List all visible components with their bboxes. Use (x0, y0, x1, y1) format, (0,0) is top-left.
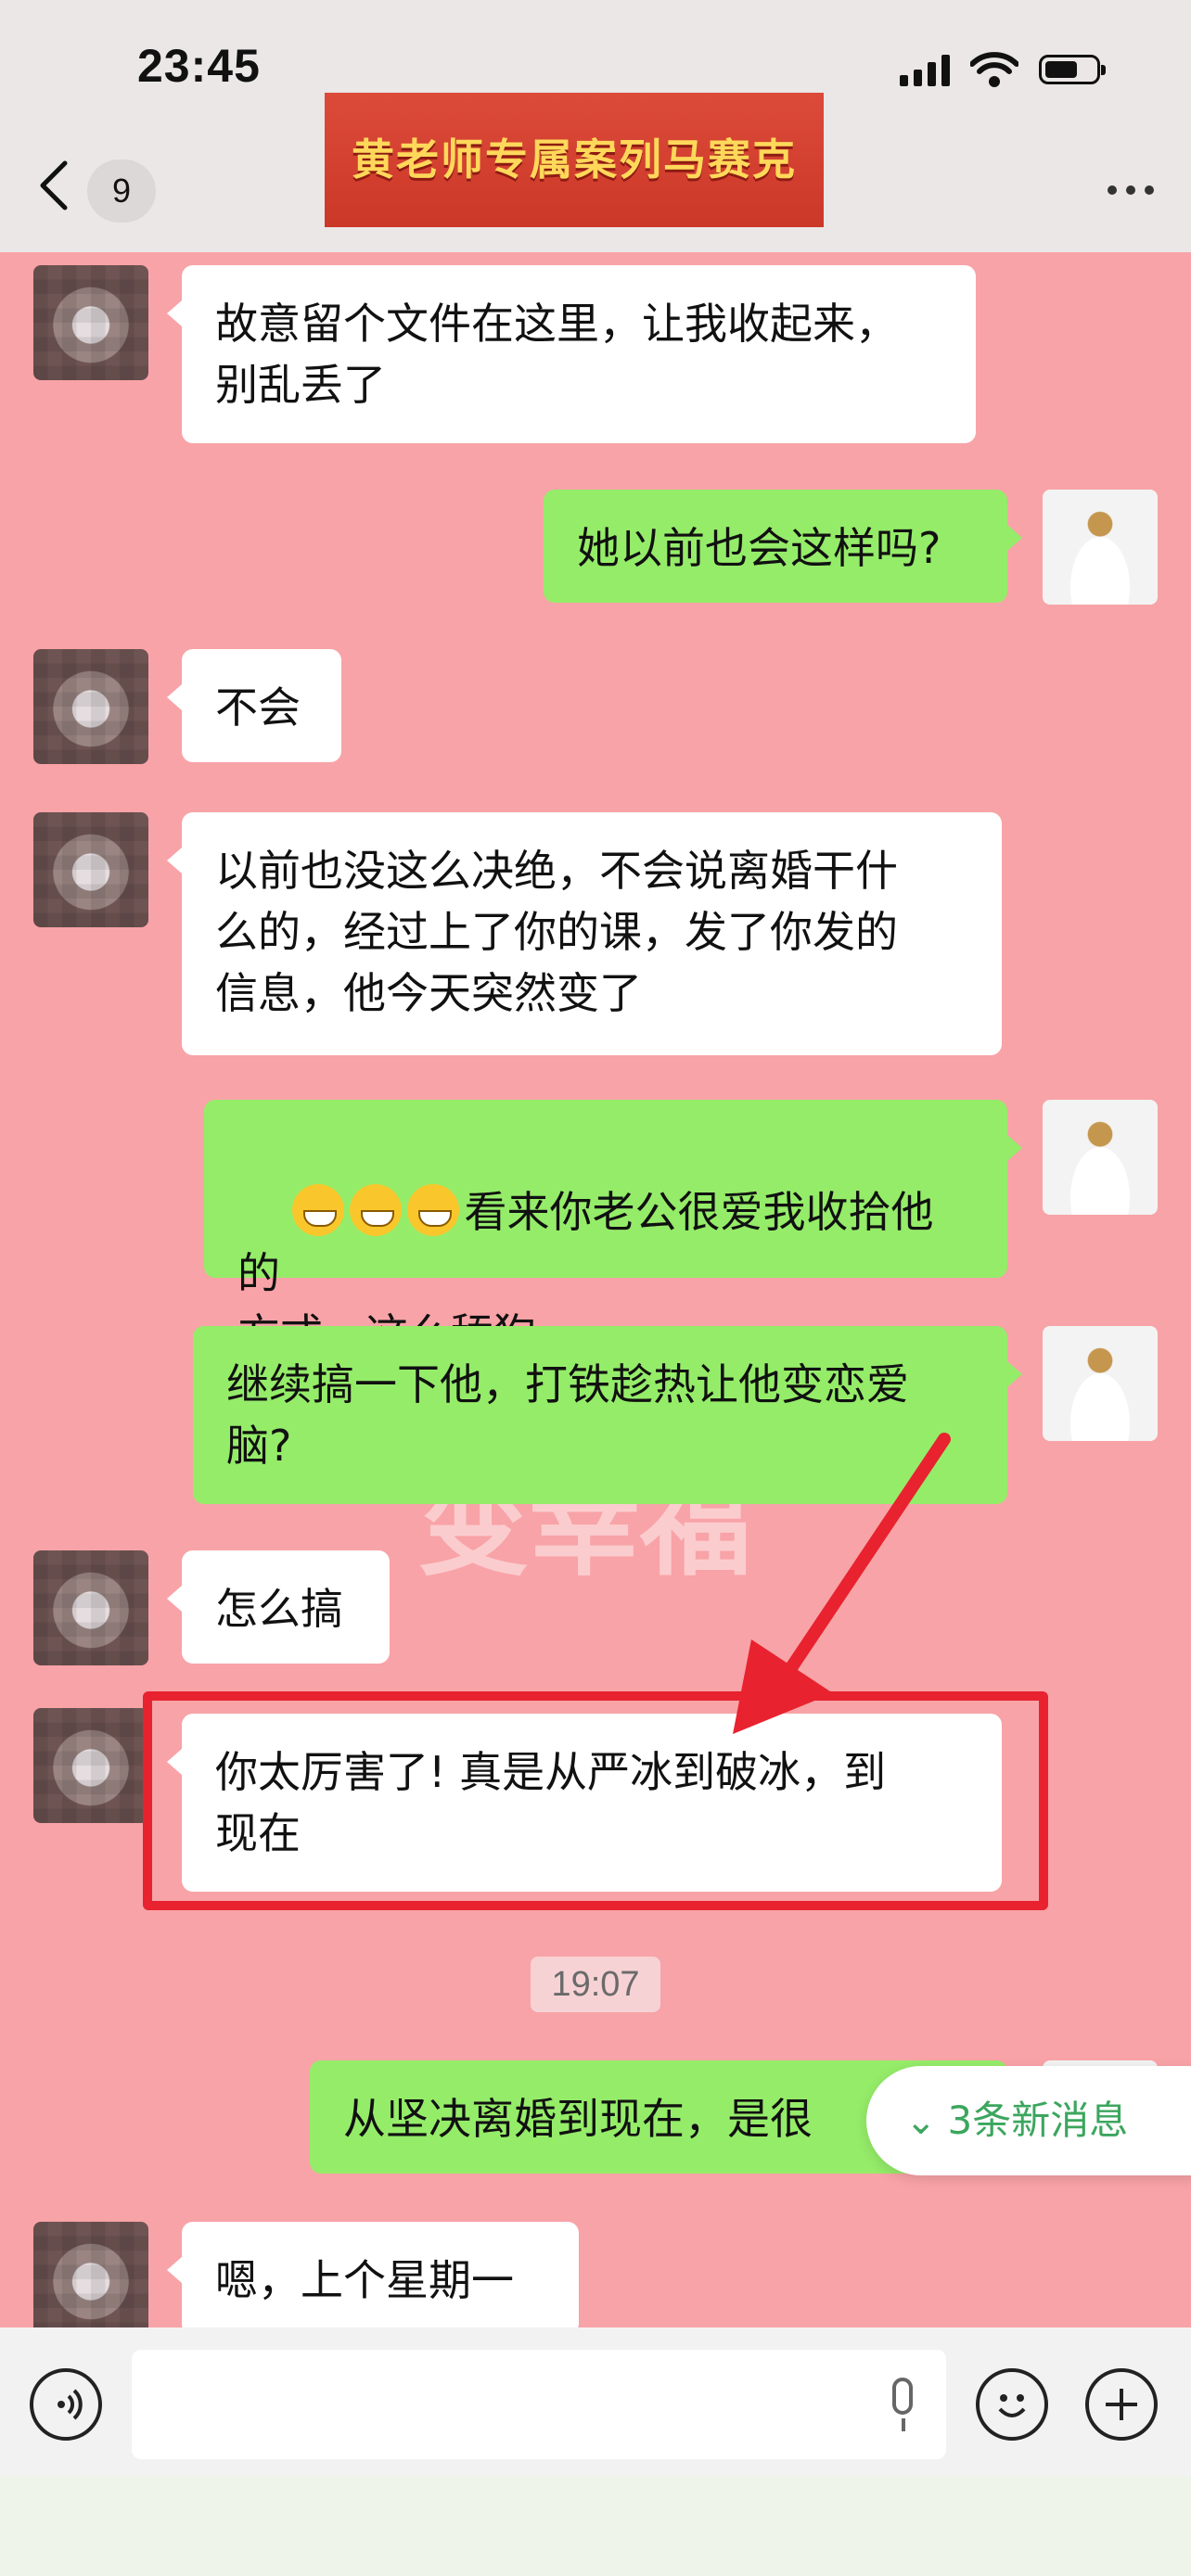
status-icons (900, 46, 1106, 93)
message-bubble-incoming[interactable]: 怎么搞 (167, 1550, 390, 1664)
battery-icon (1039, 55, 1106, 84)
back-chevron-icon[interactable] (35, 158, 72, 213)
contact-avatar[interactable] (33, 265, 148, 380)
my-avatar[interactable] (1043, 1100, 1158, 1215)
contact-avatar[interactable] (33, 649, 148, 764)
contact-avatar[interactable] (33, 1550, 148, 1665)
input-bar (0, 2327, 1191, 2576)
plus-icon[interactable] (1085, 2368, 1158, 2441)
my-avatar[interactable] (1043, 490, 1158, 605)
arrow-annotation-icon (733, 1433, 951, 1734)
double-chevron-down-icon: ⌄ (905, 2100, 937, 2143)
grinning-face-icon (291, 1184, 344, 1236)
unread-count-badge[interactable]: 9 (87, 159, 156, 223)
message-bubble-incoming[interactable]: 故意留个文件在这里，让我收起来， 别乱丢了 (167, 265, 976, 443)
chat-area[interactable]: 让爱更长 变幸福 故意留个文件在这里，让我收起来， 别乱丢了 她以前也会这样吗?… (0, 252, 1191, 2327)
emoji-icon[interactable] (976, 2368, 1048, 2441)
new-messages-label: 3条新消息 (947, 2098, 1129, 2143)
top-bar: 23:45 9 黄老师专属案列马赛克 (0, 0, 1191, 252)
contact-avatar[interactable] (33, 1708, 148, 1823)
contact-avatar[interactable] (33, 2222, 148, 2327)
message-bubble-outgoing[interactable]: 她以前也会这样吗? (544, 490, 1022, 603)
message-input[interactable] (132, 2350, 946, 2459)
contact-avatar[interactable] (33, 812, 148, 927)
timestamp: 19:07 (531, 1957, 660, 2012)
grinning-face-icon (349, 1184, 402, 1236)
grinning-face-icon (406, 1184, 459, 1236)
status-time: 23:45 (137, 40, 261, 92)
message-bubble-outgoing[interactable]: 看来你老公很爱我收拾他的 方式，这么舔狗。 (204, 1100, 1022, 1359)
microphone-icon[interactable] (892, 2378, 913, 2415)
voice-input-icon[interactable] (30, 2368, 102, 2441)
cellular-signal-icon (900, 53, 950, 86)
message-bubble-incoming[interactable]: 嗯，上个星期一 (167, 2222, 579, 2327)
my-avatar[interactable] (1043, 1326, 1158, 1441)
wifi-icon (970, 52, 1018, 87)
more-icon[interactable] (1108, 185, 1154, 195)
message-bubble-incoming[interactable]: 以前也没这么决绝，不会说离婚干什 么的，经过上了你的课，发了你发的 信息，他今天… (167, 812, 1002, 1055)
chat-title: 黄老师专属案列马赛克 (325, 93, 824, 227)
message-bubble-incoming[interactable]: 不会 (167, 649, 341, 762)
new-messages-button[interactable]: ⌄ 3条新消息 (866, 2066, 1191, 2175)
